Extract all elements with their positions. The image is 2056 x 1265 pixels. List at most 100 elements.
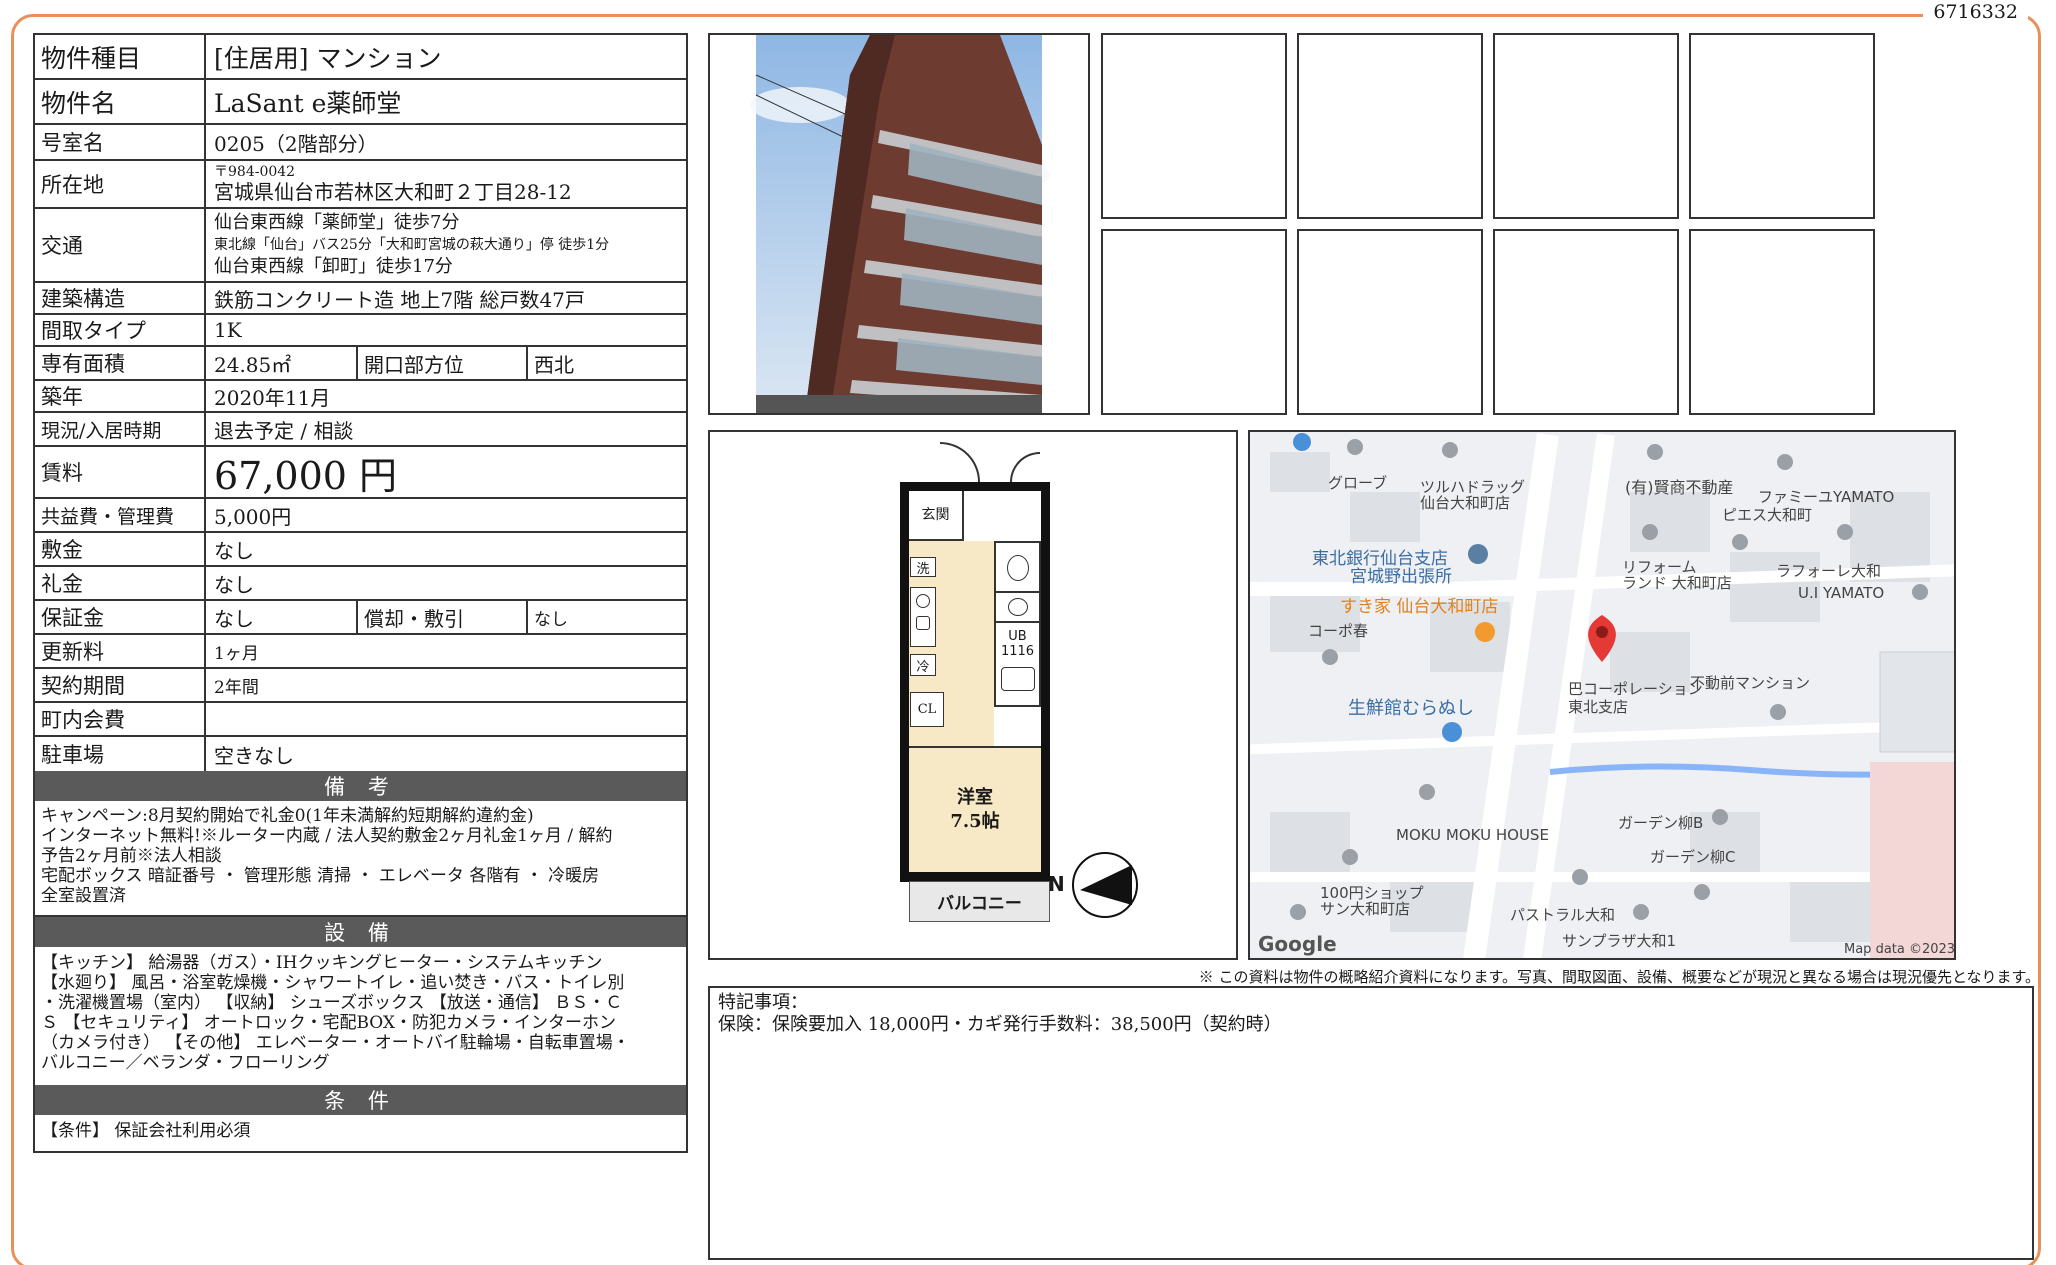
room-value: 0205（2階部分） [214,131,378,156]
row-guarantee: 保証金 なし 償却・敷引 なし [35,601,686,635]
contract-value: 2年間 [214,677,259,698]
structure-label: 建築構造 [35,283,206,313]
floorplan-frame: 玄関 洗 冷 CL UB 1116 洋室 7.5帖 バルコニー N [708,430,1238,960]
direction-value: 西北 [526,347,686,379]
facilities-line: （カメラ付き） 【その他】 エレベーター・オートバイ駐輪場・自転車置場・ [41,1033,630,1053]
compass: N [1048,850,1140,920]
map-label: MOKU MOKU HOUSE [1396,826,1549,844]
room-size: 7.5帖 [950,811,1000,832]
floorplan: 玄関 洗 冷 CL UB 1116 洋室 7.5帖 バルコニー [900,442,1050,922]
property-info-table: 物件種目 [住居用] マンション 物件名 LaSant e薬師堂 号室名 020… [33,33,688,1153]
address-value: 〒984-0042 宮城県仙台市若林区大和町２丁目28-12 [206,161,686,207]
compass-icon [1072,852,1138,918]
community-label: 町内会費 [35,703,206,735]
map-label: コーポ春 [1308,622,1369,640]
google-logo: Google [1258,932,1337,956]
row-area: 専有面積 24.85㎡ 開口部方位 西北 [35,347,686,381]
facilities-line: ・洗濯機置場（室内） 【収納】 シューズボックス 【放送・通信】 ＢＳ・Ｃ [41,993,623,1013]
row-contract: 契約期間 2年間 [35,669,686,703]
entrance-label: 玄関 [909,491,964,541]
row-deposit: 敷金 なし [35,533,686,567]
map-label: サンプラザ大和1 [1562,932,1677,950]
map-attribution[interactable]: Map data ©2023 [1844,942,1954,957]
wash-basin [994,593,1041,623]
remarks-line: 全室設置済 [41,886,126,906]
deposit-value: なし [214,538,254,563]
name-label: 物件名 [35,80,206,123]
facilities-line: 【水廻り】 風呂・浴室乾燥機・シャワートイレ・追い焚き・バス・トイレ別 [41,973,625,993]
renewal-label: 更新料 [35,635,206,667]
map-label: 東北支店 [1568,698,1629,716]
row-parking: 駐車場 空きなし [35,737,686,771]
row-room: 号室名 0205（2階部分） [35,125,686,161]
key-money-label: 礼金 [35,567,206,599]
building-photo-frame [708,33,1090,415]
row-name: 物件名 LaSant e薬師堂 [35,80,686,125]
photo-slot [1689,229,1875,415]
remarks-text: キャンペーン:8月契約開始で礼金0(1年未満解約短期解約違約金) インターネット… [41,806,681,906]
map-label: (有)賢商不動産 [1625,478,1734,497]
location-map[interactable]: グローブ ツルハドラッグ 仙台大和町店 (有)賢商不動産 ファミーユYAMATO… [1248,430,1956,960]
photo-slot [1493,33,1679,219]
fridge-label: 冷 [910,654,936,676]
photo-slot [1689,33,1875,219]
map-label: 宮城野出張所 [1350,567,1452,587]
special-notes: 特記事項： 保険：保険要加入 18,000円・カギ発行手数料：38,500円（契… [708,986,2034,1260]
map-label: すき家 仙台大和町店 [1340,597,1499,617]
remarks-header: 備 考 [35,771,686,801]
fee-value: 5,000円 [214,504,292,529]
row-address: 所在地 〒984-0042 宮城県仙台市若林区大和町２丁目28-12 [35,161,686,209]
community-value [206,703,686,735]
amortization-label: 償却・敷引 [356,601,526,633]
document-id: 6716332 [1923,0,2028,24]
balcony-label: バルコニー [909,881,1050,922]
row-layout: 間取タイプ 1K [35,315,686,347]
transport-line-1: 仙台東西線「薬師堂」徒歩7分 [214,212,460,233]
name-value: LaSant e薬師堂 [214,88,402,118]
row-community: 町内会費 [35,703,686,737]
map-label: ラフォーレ大和 [1776,562,1882,580]
parking-value: 空きなし [214,743,294,768]
map-label: 仙台大和町店 [1420,494,1511,512]
map-label: ランド 大和町店 [1622,574,1732,592]
photo-slot [1493,229,1679,415]
map-label: ガーデン柳B [1618,814,1704,832]
row-structure: 建築構造 鉄筋コンクリート造 地上7階 総戸数47戸 [35,283,686,315]
layout-value: 1K [214,318,242,342]
type-value: [住居用] マンション [214,43,442,73]
facilities-text: 【キッチン】 給湯器（ガス）・IHクッキングヒーター・システムキッチン 【水廻り… [41,953,681,1073]
north-label: N [1048,872,1065,896]
map-label: U.I YAMATO [1798,584,1885,602]
photo-slot [1297,33,1483,219]
address-text: 宮城県仙台市若林区大和町２丁目28-12 [214,180,572,204]
main-room: 洋室 7.5帖 [909,746,1041,872]
map-label: グローブ [1328,474,1388,492]
built-value: 2020年11月 [214,385,331,410]
facilities-line: バルコニー／ベランダ・フローリング [41,1053,330,1073]
remarks-line: 予告2ヶ月前※法人相談 [41,846,222,866]
row-type: 物件種目 [住居用] マンション [35,35,686,80]
building-photo [750,35,1050,413]
special-notes-text: 保険：保険要加入 18,000円・カギ発行手数料：38,500円（契約時） [718,1014,1282,1035]
direction-label: 開口部方位 [356,347,526,379]
guarantee-value: なし [214,606,254,631]
map-label: ガーデン柳C [1650,848,1736,866]
unit-bath: UB 1116 [994,623,1041,707]
area-value: 24.85㎡ [214,352,292,377]
toilet [994,541,1041,593]
remarks-line: 宅配ボックス 暗証番号 ・ 管理形態 清掃 ・ エレベータ 各階有 ・ 冷暖房 [41,866,600,886]
row-status: 現況/入居時期 退去予定 / 相談 [35,413,686,447]
status-value: 退去予定 / 相談 [214,418,354,443]
photo-slot [1101,229,1287,415]
area-label: 専有面積 [35,347,206,379]
conditions-header: 条 件 [35,1085,686,1115]
facilities-line: 【キッチン】 給湯器（ガス）・IHクッキングヒーター・システムキッチン [41,953,603,973]
remarks-line: キャンペーン:8月契約開始で礼金0(1年未満解約短期解約違約金) [41,806,534,826]
transport-line-3: 仙台東西線「卸町」徒歩17分 [214,256,453,277]
amortization-value: なし [526,601,686,633]
transport-line-2: 東北線「仙台」バス25分「大和町宮城の萩大通り」停 徒歩1分 [214,237,610,253]
facilities-header: 設 備 [35,917,686,947]
conditions-text: 【条件】 保証会社利用必須 [41,1121,251,1141]
row-renewal: 更新料 1ヶ月 [35,635,686,669]
deposit-label: 敷金 [35,533,206,565]
